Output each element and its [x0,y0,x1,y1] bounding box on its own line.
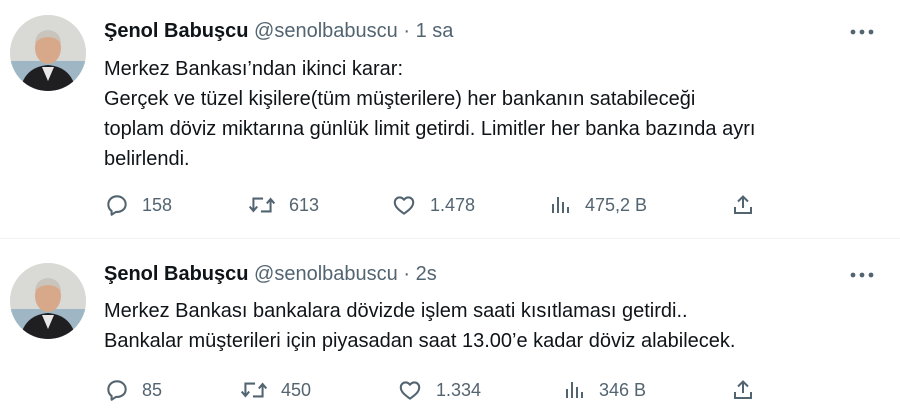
retweet-icon [240,382,268,398]
like-button[interactable]: 1.478 [390,190,475,220]
timestamp[interactable]: 2s [416,263,437,285]
share-icon [734,380,752,399]
tweet-header: Şenol Babuşcu @senolbabuscu · 2s [104,261,437,287]
timestamp[interactable]: 1 sa [416,20,454,42]
reply-button[interactable]: 158 [104,190,172,220]
retweet-button[interactable]: 450 [239,375,311,405]
author-name[interactable]: Şenol Babuşcu [104,263,248,285]
views-icon [552,197,569,213]
retweet-count: 613 [289,194,320,215]
share-button[interactable] [731,190,755,220]
tweet-text: Merkez Bankası bankalara dövizde işlem s… [104,300,736,352]
separator-dot: · [403,263,411,285]
share-button[interactable] [731,375,755,405]
more-icon [850,29,874,35]
heart-icon [393,196,415,215]
heart-icon [399,381,421,400]
retweet-icon [248,197,276,213]
like-button[interactable]: 1.334 [396,375,481,405]
avatar[interactable] [10,15,86,91]
reply-button[interactable]: 85 [104,375,162,405]
author-handle[interactable]: @senolbabuscu [254,263,398,285]
tweet-text: Merkez Bankası’ndan ikinci karar: Gerçek… [104,58,756,170]
views-button[interactable]: 475,2 B [549,190,647,220]
author-name[interactable]: Şenol Babuşcu [104,20,248,42]
more-button[interactable] [844,262,880,288]
action-bar: 85 450 1.334 346 B [104,375,784,405]
tweet-header: Şenol Babuşcu @senolbabuscu · 1 sa [104,18,453,44]
like-count: 1.478 [430,194,476,215]
like-count: 1.334 [436,379,482,400]
views-button[interactable]: 346 B [563,375,646,405]
reply-icon [107,380,127,401]
reply-count: 85 [142,379,163,400]
reply-icon [107,195,127,216]
author-handle[interactable]: @senolbabuscu [254,20,398,42]
avatar[interactable] [10,263,86,339]
action-bar: 158 613 1.478 475,2 B [104,190,784,220]
retweet-count: 450 [281,379,312,400]
more-button[interactable] [844,19,880,45]
more-icon [850,272,874,278]
views-icon [566,382,583,398]
reply-count: 158 [142,194,173,215]
tweet[interactable]: Şenol Babuşcu @senolbabuscu · 2s Merkez … [0,240,900,420]
tweet[interactable]: Şenol Babuşcu @senolbabuscu · 1 sa Merke… [0,0,900,239]
views-count: 475,2 B [585,194,648,215]
retweet-button[interactable]: 613 [247,190,319,220]
separator-dot: · [403,20,411,42]
share-icon [734,195,752,214]
views-count: 346 B [599,379,647,400]
